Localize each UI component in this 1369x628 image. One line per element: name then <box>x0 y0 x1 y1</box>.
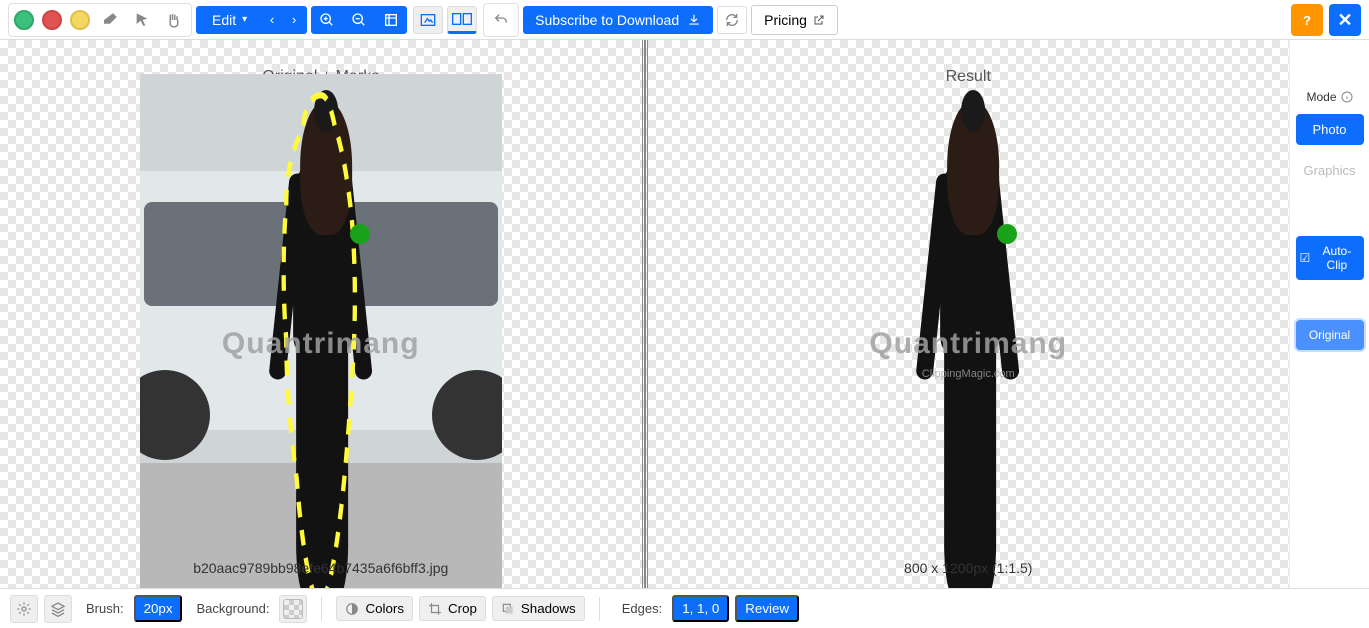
colors-button[interactable]: Colors <box>336 596 413 621</box>
mode-graphics-button[interactable]: Graphics <box>1296 155 1364 186</box>
split-view-button[interactable] <box>447 6 477 34</box>
hand-icon <box>165 11 183 29</box>
refresh-icon <box>724 12 740 28</box>
view-mode-group <box>411 4 479 36</box>
download-icon <box>687 13 701 27</box>
subscribe-button[interactable]: Subscribe to Download <box>523 6 713 34</box>
caret-down-icon: ▾ <box>242 14 247 25</box>
close-button[interactable]: ✕ <box>1329 4 1361 36</box>
top-right-controls: ? ✕ <box>1291 4 1361 36</box>
single-view-icon <box>420 13 436 27</box>
settings-button[interactable] <box>10 595 38 623</box>
original-toggle-button[interactable]: Original <box>1296 320 1364 350</box>
edges-button[interactable]: 1, 1, 0 <box>672 595 729 622</box>
minus-icon <box>42 10 62 30</box>
shadow-icon <box>501 602 515 616</box>
keep-marker-result <box>997 224 1017 244</box>
undo-button[interactable] <box>486 6 516 34</box>
brush-size-button[interactable]: 20px <box>134 595 183 622</box>
original-image: Quantrimang <box>140 74 502 588</box>
layers-icon <box>50 601 66 617</box>
edit-label: Edit <box>212 12 236 28</box>
zoom-in-icon <box>319 12 335 28</box>
original-panel[interactable]: Original + Marks Quantrimang b20aac9789b… <box>0 40 643 588</box>
info-icon[interactable] <box>1341 91 1353 103</box>
hair-icon <box>70 10 90 30</box>
shadows-button[interactable]: Shadows <box>492 596 585 621</box>
help-button[interactable]: ? <box>1291 4 1323 36</box>
single-view-button[interactable] <box>413 6 443 34</box>
bottom-toolbar: Brush: 20px Background: Colors Crop Shad… <box>0 588 1369 628</box>
next-image-button[interactable]: › <box>283 6 305 34</box>
layers-button[interactable] <box>44 595 72 623</box>
result-panel[interactable]: Result Quantrimang ClippingMagic.com 800… <box>647 40 1290 588</box>
pan-button[interactable] <box>159 6 189 34</box>
top-toolbar: Edit ▾ ‹ › Subscribe to Download <box>0 0 1369 40</box>
review-button[interactable]: Review <box>735 595 799 622</box>
external-icon <box>813 14 825 26</box>
fit-button[interactable] <box>375 6 407 34</box>
zoom-in-button[interactable] <box>311 6 343 34</box>
eraser-icon <box>101 11 119 29</box>
subscribe-label: Subscribe to Download <box>535 12 679 28</box>
watermark: Quantrimang <box>222 327 420 361</box>
contrast-icon <box>345 602 359 616</box>
mark-tools-group <box>8 3 192 37</box>
side-panel: Mode Photo Graphics ☑ Auto-Clip Original <box>1289 40 1369 588</box>
pricing-label: Pricing <box>764 12 807 28</box>
zoom-group <box>311 6 407 34</box>
edit-nav-group: Edit ▾ ‹ › <box>196 6 307 34</box>
mode-photo-button[interactable]: Photo <box>1296 114 1364 145</box>
result-dimensions: 800 x 1200px (1:1.5) <box>900 558 1036 578</box>
result-image: Quantrimang ClippingMagic.com <box>787 74 1149 588</box>
prev-image-button[interactable]: ‹ <box>261 6 283 34</box>
close-icon: ✕ <box>1337 10 1352 31</box>
check-icon: ☑ <box>1300 251 1311 265</box>
zoom-out-button[interactable] <box>343 6 375 34</box>
edges-label: Edges: <box>622 601 662 616</box>
background-button[interactable] <box>279 595 307 623</box>
watermark-sub: ClippingMagic.com <box>922 368 1015 380</box>
help-icon: ? <box>1303 13 1311 28</box>
hair-tool-button[interactable] <box>67 7 93 33</box>
chevron-right-icon: › <box>292 12 296 27</box>
fit-icon <box>383 12 399 28</box>
main-area: Original + Marks Quantrimang b20aac9789b… <box>0 40 1369 588</box>
keep-marker[interactable] <box>350 224 370 244</box>
pointer-icon <box>134 12 150 28</box>
separator <box>321 597 322 621</box>
history-group <box>483 3 519 37</box>
gear-icon <box>16 601 32 617</box>
canvas-area: Original + Marks Quantrimang b20aac9789b… <box>0 40 1289 588</box>
remove-mark-button[interactable] <box>39 7 65 33</box>
brush-label: Brush: <box>86 601 124 616</box>
chevron-left-icon: ‹ <box>270 12 274 27</box>
separator <box>599 597 600 621</box>
pointer-button[interactable] <box>127 6 157 34</box>
plus-icon <box>14 10 34 30</box>
background-label: Background: <box>196 601 269 616</box>
autoclip-button[interactable]: ☑ Auto-Clip <box>1296 236 1364 280</box>
watermark-result: Quantrimang <box>869 327 1067 361</box>
transparent-swatch-icon <box>283 599 303 619</box>
mode-label: Mode <box>1306 90 1352 104</box>
refresh-button[interactable] <box>717 6 747 34</box>
pricing-button[interactable]: Pricing <box>751 5 838 35</box>
crop-icon <box>428 602 442 616</box>
eraser-button[interactable] <box>95 6 125 34</box>
undo-icon <box>493 12 509 28</box>
edit-dropdown[interactable]: Edit ▾ <box>198 6 261 34</box>
zoom-out-icon <box>351 12 367 28</box>
crop-button[interactable]: Crop <box>419 596 486 621</box>
split-view-icon <box>452 12 472 26</box>
original-filename: b20aac9789bb98efe64b7435a6f6bff3.jpg <box>189 558 452 578</box>
add-mark-button[interactable] <box>11 7 37 33</box>
